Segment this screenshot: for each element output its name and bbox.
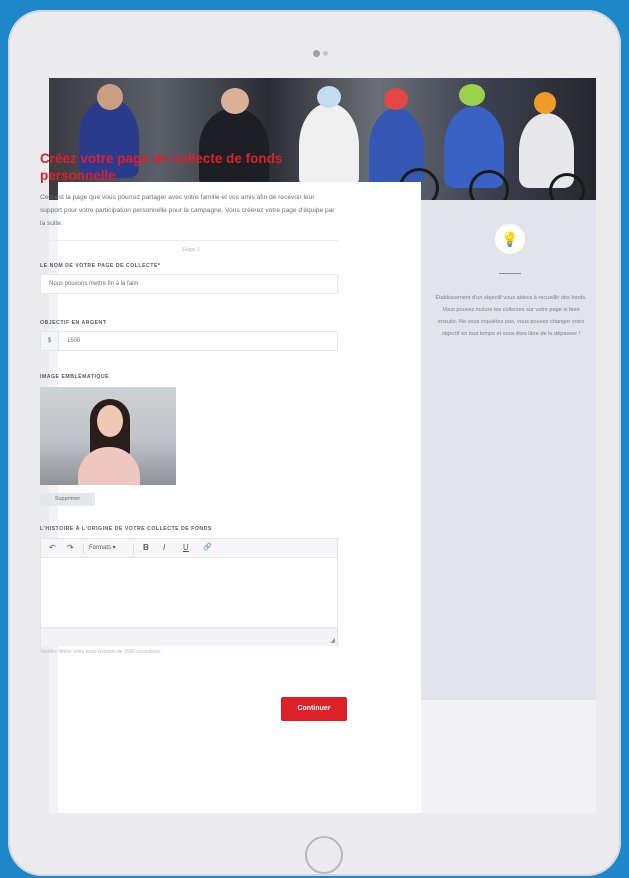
- remove-image-button[interactable]: Supprimer: [40, 493, 95, 506]
- goal-value: 1500: [67, 338, 81, 344]
- editor-toolbar: ↶ ↷ Formats ▾ B I U 🔗: [41, 539, 337, 558]
- divider: [499, 273, 521, 274]
- camera-icon: [313, 50, 320, 57]
- underline-button[interactable]: U: [183, 543, 189, 552]
- goal-label: OBJECTIF EN ARGENT: [40, 320, 107, 326]
- format-dropdown[interactable]: Formats ▾: [89, 542, 129, 555]
- tablet-frame: 💡 Établissement d'un objectif vous aider…: [8, 10, 621, 876]
- tip-sidebar: 💡 Établissement d'un objectif vous aider…: [421, 200, 596, 700]
- redo-icon[interactable]: ↷: [67, 543, 74, 552]
- sensor-icon: [323, 51, 328, 56]
- story-editor[interactable]: ↶ ↷ Formats ▾ B I U 🔗 ◢: [40, 538, 338, 646]
- continue-button[interactable]: Continuer: [281, 697, 347, 721]
- character-limit-hint: Veuillez limiter votre texte à moins de …: [40, 649, 162, 655]
- name-label: LE NOM DE VOTRE PAGE DE COLLECTE*: [40, 263, 161, 269]
- divider: [40, 240, 338, 241]
- story-label: L'HISTOIRE À L'ORIGINE DE VOTRE COLLECTE…: [40, 526, 212, 532]
- tip-text: Établissement d'un objectif vous aidera …: [435, 295, 587, 337]
- link-icon[interactable]: 🔗: [203, 543, 212, 551]
- currency-symbol: $: [41, 332, 59, 350]
- lightbulb-icon: 💡: [495, 224, 525, 254]
- featured-image: [40, 387, 176, 485]
- goal-input[interactable]: $ 1500: [40, 331, 338, 351]
- page-name-value: Nous pouvons mettre fin à la faim: [49, 281, 139, 287]
- step-indicator: Étape 1: [182, 247, 200, 253]
- editor-statusbar: ◢: [41, 627, 337, 646]
- undo-icon[interactable]: ↶: [49, 543, 56, 552]
- bold-button[interactable]: B: [143, 543, 149, 552]
- italic-button[interactable]: I: [163, 543, 165, 552]
- home-button[interactable]: [305, 836, 343, 874]
- resize-handle-icon[interactable]: ◢: [330, 637, 335, 644]
- page-title: Créez votre page de collecte de fonds pe…: [40, 151, 283, 183]
- intro-text: Ceci est la page que vous pourrez partag…: [40, 194, 335, 227]
- page-name-input[interactable]: Nous pouvons mettre fin à la faim: [40, 274, 338, 294]
- image-label: IMAGE EMBLÉMATIQUE: [40, 374, 110, 380]
